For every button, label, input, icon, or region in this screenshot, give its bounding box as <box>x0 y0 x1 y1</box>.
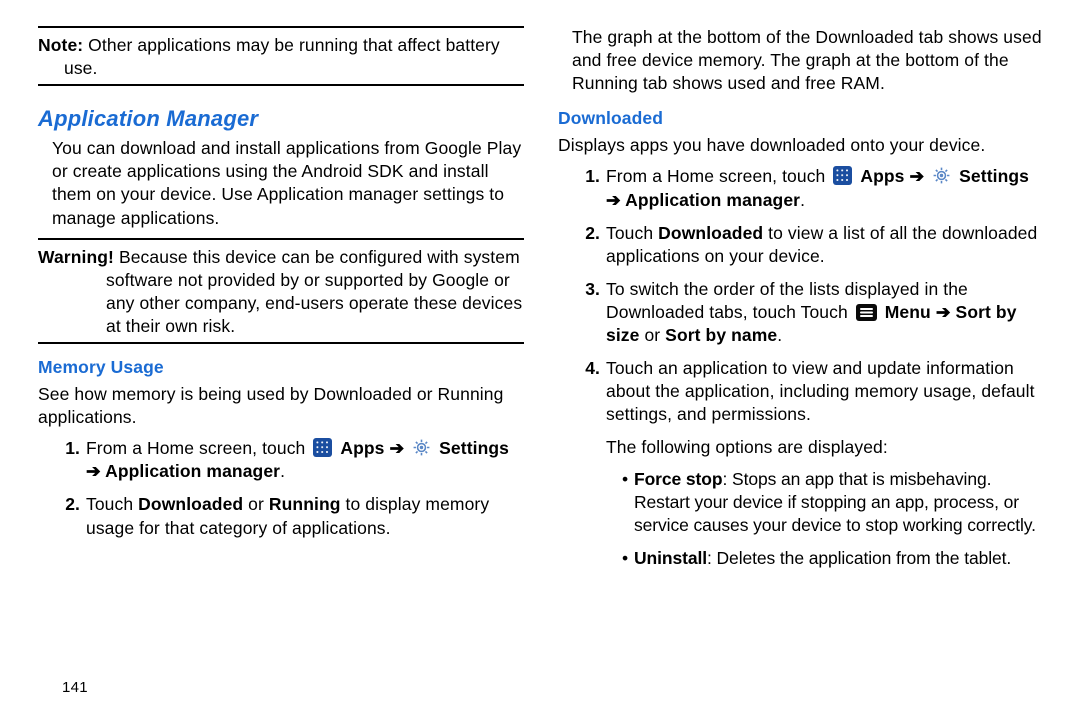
running-label: Running <box>269 494 341 514</box>
step2-or: or <box>243 494 269 514</box>
settings-label: Settings <box>439 438 509 458</box>
rule <box>38 26 524 28</box>
rule <box>38 238 524 240</box>
right-column: The graph at the bottom of the Downloade… <box>558 22 1044 580</box>
left-column: Note: Other applications may be running … <box>38 22 524 580</box>
step2-a: Touch <box>606 223 658 243</box>
page-number: 141 <box>62 678 88 698</box>
heading-application-manager: Application Manager <box>38 104 524 133</box>
rule <box>38 84 524 86</box>
warning-block: Warning! Because this device can be conf… <box>38 246 524 338</box>
step1-pretext: From a Home screen, touch <box>606 166 830 186</box>
force-stop-label: Force stop <box>634 469 722 489</box>
uninstall-label: Uninstall <box>634 548 707 568</box>
appmgr-label: Application manager <box>625 190 800 210</box>
memory-steps: 1. From a Home screen, touch Apps ➔ Sett… <box>38 437 524 539</box>
step-3: 3. To switch the order of the lists disp… <box>588 278 1044 347</box>
downloaded-label: Downloaded <box>658 223 763 243</box>
settings-icon <box>932 166 951 185</box>
apps-icon <box>313 438 332 457</box>
note-text: Other applications may be running that a… <box>64 35 500 78</box>
sort-name-label: Sort by name <box>665 325 777 345</box>
memory-body: See how memory is being used by Download… <box>38 383 524 429</box>
heading-downloaded: Downloaded <box>558 107 1044 130</box>
downloaded-body: Displays apps you have downloaded onto y… <box>558 134 1044 157</box>
arrow-icon: ➔ <box>909 166 924 186</box>
menu-icon <box>856 304 877 321</box>
downloaded-label: Downloaded <box>138 494 243 514</box>
arrow-icon: ➔ <box>86 461 101 481</box>
step-2: 2. Touch Downloaded or Running to displa… <box>68 493 524 539</box>
option-force-stop: Force stop: Stops an app that is misbeha… <box>622 468 1044 537</box>
step4-text: Touch an application to view and update … <box>606 358 1035 424</box>
apps-icon <box>833 166 852 185</box>
rule <box>38 342 524 344</box>
arrow-icon: ➔ <box>389 438 404 458</box>
note-block: Note: Other applications may be running … <box>38 34 524 80</box>
options-list: Force stop: Stops an app that is misbeha… <box>606 468 1044 570</box>
uninstall-text: : Deletes the application from the table… <box>707 548 1011 568</box>
appmgr-label: Application manager <box>105 461 280 481</box>
warning-text: Because this device can be configured wi… <box>106 247 522 336</box>
warning-label: Warning! <box>38 247 114 267</box>
graph-body: The graph at the bottom of the Downloade… <box>558 26 1044 95</box>
step-1: 1. From a Home screen, touch Apps ➔ Sett… <box>68 437 524 483</box>
option-uninstall: Uninstall: Deletes the application from … <box>622 547 1044 570</box>
settings-icon <box>412 438 431 457</box>
manual-page: Note: Other applications may be running … <box>0 0 1080 580</box>
step-2: 2. Touch Downloaded to view a list of al… <box>588 222 1044 268</box>
following-text: The following options are displayed: <box>606 436 1044 459</box>
step1-pretext: From a Home screen, touch <box>86 438 310 458</box>
step-1: 1. From a Home screen, touch Apps ➔ Sett… <box>588 165 1044 211</box>
appmgr-body: You can download and install application… <box>38 137 524 229</box>
heading-memory-usage: Memory Usage <box>38 356 524 379</box>
step2-a: Touch <box>86 494 138 514</box>
apps-label: Apps <box>860 166 904 186</box>
settings-label: Settings <box>959 166 1029 186</box>
step3-or: or <box>639 325 665 345</box>
downloaded-steps: 1. From a Home screen, touch Apps ➔ Sett… <box>558 165 1044 569</box>
arrow-icon: ➔ <box>936 302 951 322</box>
note-label: Note: <box>38 35 83 55</box>
arrow-icon: ➔ <box>606 190 621 210</box>
apps-label: Apps <box>340 438 384 458</box>
menu-label: Menu <box>885 302 931 322</box>
step-4: 4. Touch an application to view and upda… <box>588 357 1044 570</box>
